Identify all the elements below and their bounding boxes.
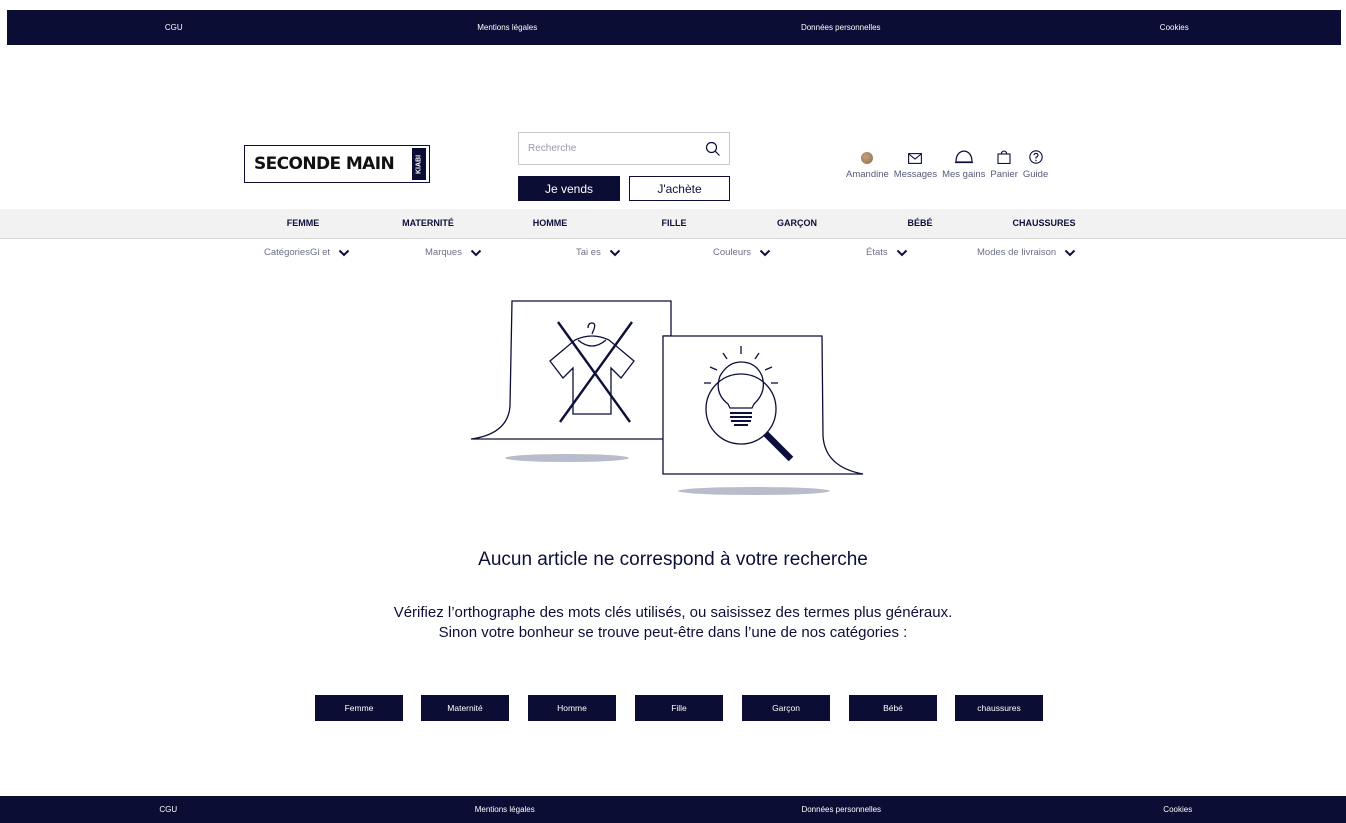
nav-messages-label: Messages (893, 169, 938, 180)
category-button-femme[interactable]: Femme (315, 695, 403, 721)
nav-gains-label: Mes gains (942, 169, 986, 180)
nav-guide[interactable]: Guide (1023, 146, 1048, 180)
category-garcon[interactable]: GARÇON (777, 218, 817, 228)
filter-label: Modes de livraison (977, 247, 1057, 258)
nav-account-label: Amandine (846, 169, 889, 180)
nav-gains[interactable]: Mes gains (942, 146, 985, 180)
filter-label: CatégoriesGi et (264, 247, 331, 258)
link-cgu[interactable]: CGU (0, 805, 337, 814)
chevron-down-icon (609, 249, 621, 256)
filter-bar: CatégoriesGi et Marques Tai es Couleurs … (0, 247, 1346, 263)
seconde-main-logo[interactable]: SECONDE MAIN KIABI (244, 145, 430, 183)
buy-button[interactable]: J'achète (629, 176, 730, 201)
category-button-chaussures[interactable]: chaussures (955, 695, 1043, 721)
category-button-garcon[interactable]: Garçon (742, 695, 830, 721)
piggy-bank-icon (954, 150, 973, 164)
nav-cart-label: Panier (990, 169, 1018, 180)
empty-state-title: Aucun article ne correspond à votre rech… (478, 549, 868, 570)
category-fille[interactable]: FILLE (662, 218, 687, 228)
chevron-down-icon (759, 249, 771, 256)
logo-text: SECONDE MAIN (254, 154, 395, 174)
link-donnees-personnelles[interactable]: Données personnelles (673, 805, 1010, 814)
filter-label: États (866, 247, 888, 258)
chevron-down-icon (338, 249, 350, 256)
no-results-illustration (470, 300, 864, 495)
empty-state-help-line1: Vérifiez l’orthographe des mots clés uti… (393, 604, 953, 621)
filter-label: Tai es (576, 247, 601, 258)
filter-label: Couleurs (713, 247, 752, 258)
category-chaussures[interactable]: CHAUSSURES (1012, 218, 1075, 228)
search-box (518, 132, 730, 165)
category-button-bebe[interactable]: Bébé (849, 695, 937, 721)
link-mentions-legales[interactable]: Mentions légales (337, 805, 674, 814)
category-maternite[interactable]: MATERNITÉ (402, 218, 454, 228)
category-bar: FEMME MATERNITÉ HOMME FILLE GARÇON BÉBÉ … (0, 209, 1346, 239)
filter-couleurs[interactable]: Couleurs (713, 247, 771, 258)
link-cookies[interactable]: Cookies (1008, 23, 1342, 32)
top-legal-bar: CGU Mentions légales Données personnelle… (7, 10, 1341, 45)
link-donnees-personnelles[interactable]: Données personnelles (674, 23, 1008, 32)
sell-button[interactable]: Je vends (518, 176, 620, 201)
nav-cart[interactable]: Panier (990, 146, 1018, 180)
filter-tailles[interactable]: Tai es (576, 247, 621, 258)
filter-livraison[interactable]: Modes de livraison (977, 247, 1076, 258)
chevron-down-icon (1065, 249, 1076, 256)
chevron-down-icon (896, 249, 907, 256)
category-button-maternite[interactable]: Maternité (421, 695, 509, 721)
chevron-down-icon (470, 249, 482, 256)
category-button-homme[interactable]: Homme (528, 695, 616, 721)
nav-account[interactable]: Amandine (846, 146, 889, 180)
search-icon[interactable] (705, 141, 721, 157)
nav-guide-label: Guide (1022, 169, 1049, 180)
category-femme[interactable]: FEMME (287, 218, 320, 228)
search-input[interactable] (519, 132, 705, 165)
empty-state-help-line2: Sinon votre bonheur se trouve peut-être … (438, 624, 908, 641)
user-nav: Amandine Messages Mes gains Panier Guide (846, 146, 1053, 180)
link-cgu[interactable]: CGU (7, 23, 341, 32)
footer: CGU Mentions légales Données personnelle… (0, 796, 1346, 823)
envelope-icon (908, 153, 923, 164)
category-homme[interactable]: HOMME (533, 218, 568, 228)
link-cookies[interactable]: Cookies (1010, 805, 1346, 814)
link-mentions-legales[interactable]: Mentions légales (341, 23, 675, 32)
nav-messages[interactable]: Messages (894, 146, 937, 180)
kiabi-badge: KIABI (412, 148, 426, 180)
bag-icon (997, 150, 1011, 164)
filter-marques[interactable]: Marques (425, 247, 482, 258)
filter-label: Marques (425, 247, 462, 258)
avatar (861, 152, 874, 164)
filter-etats[interactable]: États (866, 247, 908, 258)
category-bebe[interactable]: BÉBÉ (907, 218, 932, 228)
help-icon (1028, 150, 1043, 164)
category-button-fille[interactable]: Fille (635, 695, 723, 721)
filter-categories[interactable]: CatégoriesGi et (264, 247, 350, 258)
